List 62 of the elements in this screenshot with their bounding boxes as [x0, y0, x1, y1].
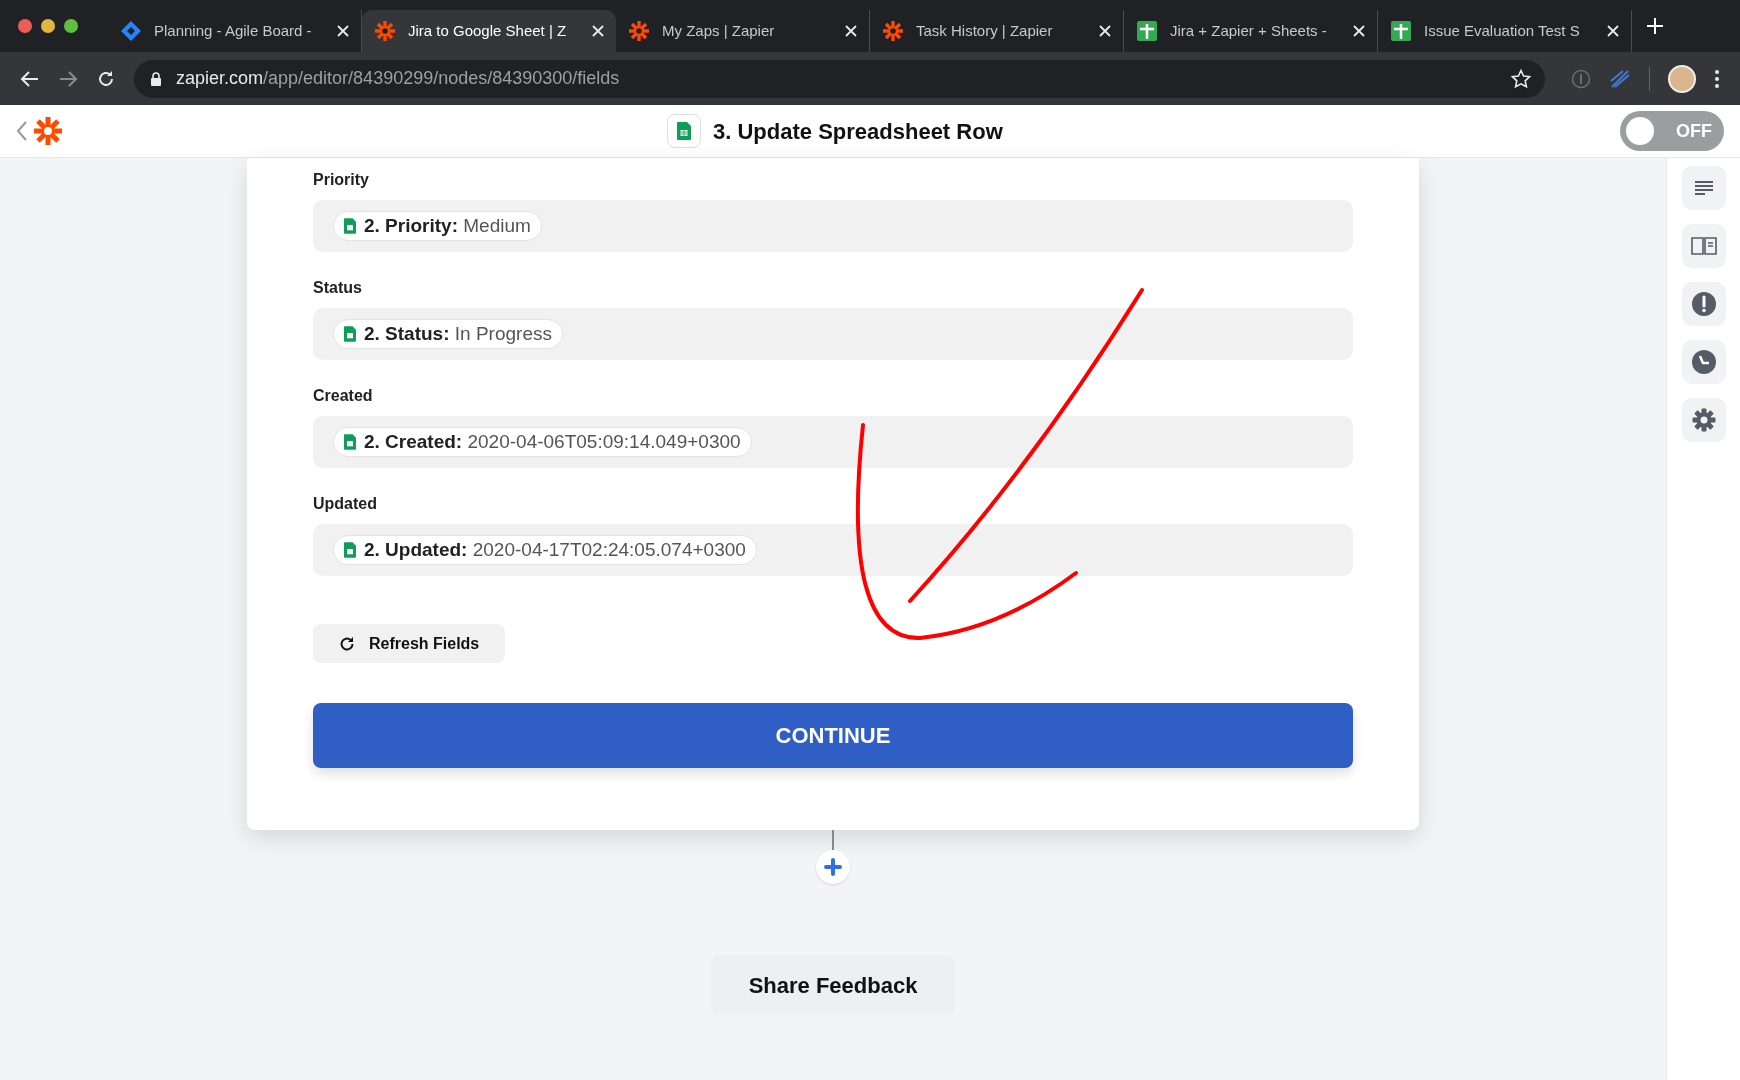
- spreadsheet-icon: [1136, 20, 1158, 42]
- asterisk-icon: [628, 20, 650, 42]
- url-text: zapier.com/app/editor/84390299/nodes/84390300/fields: [176, 67, 620, 90]
- tab-title: Task History | Zapier: [916, 20, 1054, 41]
- input-field[interactable]: 2. Updated: 2020-04-17T02:24:05.074+0300: [313, 524, 1353, 576]
- diamond-icon: [120, 20, 142, 42]
- address-bar[interactable]: zapier.com/app/editor/84390299/nodes/84390300/fields: [134, 59, 1545, 98]
- continue-button[interactable]: CONTINUE: [313, 703, 1353, 768]
- close-tab-icon[interactable]: [337, 25, 349, 37]
- asterisk-logo-icon[interactable]: [32, 115, 64, 147]
- forward-icon[interactable]: [58, 68, 78, 89]
- tab-title: My Zaps | Zapier: [662, 20, 776, 41]
- field-label: Status: [313, 278, 363, 298]
- pen-icon[interactable]: [1609, 68, 1631, 89]
- close-tab-icon[interactable]: [592, 25, 604, 37]
- field-label: Created: [313, 386, 374, 406]
- lines-icon[interactable]: [1681, 166, 1726, 210]
- close-tab-icon[interactable]: [1353, 25, 1365, 37]
- input-field[interactable]: 2. Created: 2020-04-06T05:09:14.049+0300: [313, 416, 1353, 468]
- field-token: 2. Priority: Medium: [333, 211, 542, 241]
- tab-title: Jira to Google Sheet | Z: [408, 20, 568, 41]
- close-tab-icon[interactable]: [1099, 25, 1111, 37]
- star-icon[interactable]: [1511, 68, 1531, 89]
- minimize-window-button[interactable]: [41, 19, 55, 33]
- avatar-icon[interactable]: [1668, 64, 1696, 93]
- book-icon[interactable]: [1681, 224, 1726, 268]
- settings-icon[interactable]: [1681, 398, 1726, 442]
- field-label: Updated: [313, 494, 378, 514]
- maximize-window-button[interactable]: [64, 19, 78, 33]
- tab-title: Jira + Zapier + Sheets -: [1170, 20, 1328, 41]
- spreadsheet-icon: [1390, 20, 1412, 42]
- field-token: 2. Created: 2020-04-06T05:09:14.049+0300: [333, 427, 752, 457]
- alert-icon[interactable]: [1681, 282, 1726, 326]
- browser-tab[interactable]: Jira to Google Sheet | Z: [362, 10, 616, 52]
- back-icon[interactable]: [20, 68, 40, 89]
- field-token: 2. Status: In Progress: [333, 319, 563, 349]
- add-step-button[interactable]: [816, 850, 850, 884]
- spreadsheet-icon: [344, 434, 356, 450]
- asterisk-icon: [882, 20, 904, 42]
- tab-title: Issue Evaluation Test S: [1424, 20, 1581, 41]
- plus-icon: [824, 858, 842, 876]
- field-token: 2. Updated: 2020-04-17T02:24:05.074+0300: [333, 535, 757, 565]
- field-label: Priority: [313, 170, 370, 190]
- lock-icon: [150, 71, 162, 86]
- spreadsheet-icon: [344, 542, 356, 558]
- spreadsheet-icon: [344, 326, 356, 342]
- share-feedback-button[interactable]: Share Feedback: [711, 955, 955, 1015]
- close-tab-icon[interactable]: [845, 25, 857, 37]
- refresh-icon: [339, 635, 355, 652]
- spreadsheet-icon: [667, 114, 701, 148]
- asterisk-icon: [374, 20, 396, 42]
- new-tab-icon[interactable]: [1646, 17, 1664, 35]
- tab-title: Planning - Agile Board -: [154, 20, 313, 41]
- close-tab-icon[interactable]: [1607, 25, 1619, 37]
- close-window-button[interactable]: [18, 19, 32, 33]
- step-title: 3. Update Spreadsheet Row: [713, 117, 1003, 146]
- clock-icon[interactable]: [1681, 340, 1726, 384]
- more-menu-icon[interactable]: [1714, 68, 1720, 89]
- input-field[interactable]: 2. Priority: Medium: [313, 200, 1353, 252]
- input-field[interactable]: 2. Status: In Progress: [313, 308, 1353, 360]
- spreadsheet-icon: [344, 218, 356, 234]
- refresh-fields-button[interactable]: Refresh Fields: [313, 624, 506, 663]
